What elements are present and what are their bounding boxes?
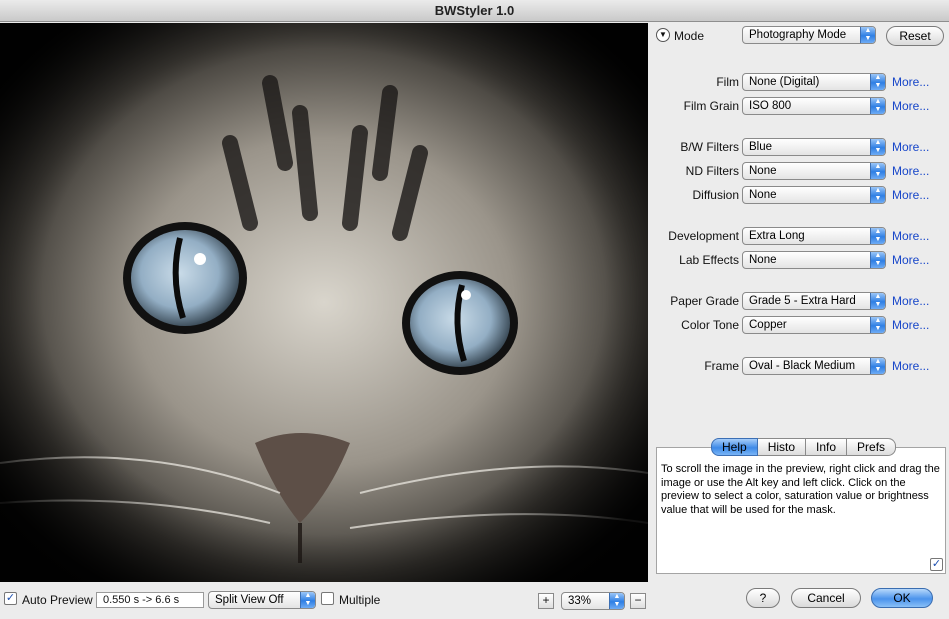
reset-button[interactable]: Reset (886, 26, 944, 46)
image-preview[interactable] (0, 23, 648, 582)
paper-grade-more-link[interactable]: More... (892, 294, 929, 308)
film-grain-more-link[interactable]: More... (892, 99, 929, 113)
disclosure-triangle-icon[interactable]: ▼ (656, 28, 670, 42)
popup-arrows-icon: ▲ ▼ (860, 27, 875, 43)
popup-arrows-icon: ▲ ▼ (870, 139, 885, 155)
film-label: Film (716, 75, 739, 89)
mode-label: Mode (674, 29, 705, 43)
bw-filters-label: B/W Filters (680, 140, 739, 154)
checkmark-icon: ✓ (931, 558, 942, 570)
bw-filters-select[interactable]: Blue ▲ ▼ (742, 138, 886, 156)
tab-prefs[interactable]: Prefs (847, 438, 897, 456)
nd-filters-more-link[interactable]: More... (892, 164, 929, 178)
popup-arrows-icon: ▲ ▼ (609, 593, 624, 609)
help-button[interactable]: ? (746, 588, 780, 608)
tab-info[interactable]: Info (806, 438, 848, 456)
help-checkbox[interactable]: ✓ (930, 558, 943, 571)
frame-value: Oval - Black Medium (749, 360, 856, 372)
help-text: To scroll the image in the preview, righ… (661, 463, 940, 516)
paper-grade-label: Paper Grade (670, 294, 739, 308)
multiple-checkbox[interactable] (321, 592, 334, 605)
ok-button[interactable]: OK (871, 588, 933, 608)
zoom-in-button[interactable]: + (538, 593, 554, 609)
split-view-value: Split View Off (215, 594, 284, 606)
info-tabs: Help Histo Info Prefs To scroll the imag… (656, 438, 946, 574)
color-tone-more-link[interactable]: More... (892, 318, 929, 332)
diffusion-value: None (749, 189, 777, 201)
film-grain-label: Film Grain (683, 99, 739, 113)
auto-preview-checkbox[interactable]: ✓ (4, 592, 17, 605)
paper-grade-select[interactable]: Grade 5 - Extra Hard ▲ ▼ (742, 292, 886, 310)
color-tone-select[interactable]: Copper ▲ ▼ (742, 316, 886, 334)
film-more-link[interactable]: More... (892, 75, 929, 89)
lab-effects-label: Lab Effects (679, 253, 739, 267)
development-label: Development (668, 229, 739, 243)
popup-arrows-icon: ▲ ▼ (870, 163, 885, 179)
bottom-bar: ✓ Auto Preview 0.550 s -> 6.6 s Split Vi… (0, 582, 949, 619)
setting-development: Development Extra Long ▲ ▼ More... (648, 227, 949, 245)
diffusion-select[interactable]: None ▲ ▼ (742, 186, 886, 204)
mode-row: ▼ Mode Photography Mode ▲ ▼ Reset (654, 25, 946, 47)
frame-label: Frame (704, 359, 739, 373)
tab-bar: Help Histo Info Prefs (711, 438, 897, 456)
setting-film: Film None (Digital) ▲ ▼ More... (648, 73, 949, 91)
checkmark-icon: ✓ (5, 592, 16, 604)
auto-preview-label: Auto Preview (22, 593, 93, 607)
film-value: None (Digital) (749, 76, 820, 88)
development-more-link[interactable]: More... (892, 229, 929, 243)
timing-readout: 0.550 s -> 6.6 s (96, 592, 204, 608)
nd-filters-label: ND Filters (685, 164, 739, 178)
zoom-select[interactable]: 33% ▲ ▼ (561, 592, 625, 610)
setting-paper-grade: Paper Grade Grade 5 - Extra Hard ▲ ▼ More.… (648, 292, 949, 310)
setting-nd-filters: ND Filters None ▲ ▼ More... (648, 162, 949, 180)
frame-more-link[interactable]: More... (892, 359, 929, 373)
frame-select[interactable]: Oval - Black Medium ▲ ▼ (742, 357, 886, 375)
diffusion-more-link[interactable]: More... (892, 188, 929, 202)
tab-histo[interactable]: Histo (757, 438, 807, 456)
setting-color-tone: Color Tone Copper ▲ ▼ More... (648, 316, 949, 334)
cancel-button[interactable]: Cancel (791, 588, 861, 608)
mode-select-value: Photography Mode (749, 29, 847, 41)
diffusion-label: Diffusion (692, 188, 739, 202)
help-panel: To scroll the image in the preview, righ… (656, 447, 946, 574)
color-tone-value: Copper (749, 319, 787, 331)
popup-arrows-icon: ▲ ▼ (870, 228, 885, 244)
paper-grade-value: Grade 5 - Extra Hard (749, 295, 856, 307)
lab-effects-select[interactable]: None ▲ ▼ (742, 251, 886, 269)
setting-diffusion: Diffusion None ▲ ▼ More... (648, 186, 949, 204)
settings-panel: ▼ Mode Photography Mode ▲ ▼ Reset Film No… (648, 23, 949, 582)
development-value: Extra Long (749, 230, 805, 242)
popup-arrows-icon: ▲ ▼ (870, 74, 885, 90)
setting-frame: Frame Oval - Black Medium ▲ ▼ More... (648, 357, 949, 375)
split-view-select[interactable]: Split View Off ▲ ▼ (208, 591, 316, 609)
setting-film-grain: Film Grain ISO 800 ▲ ▼ More... (648, 97, 949, 115)
popup-arrows-icon: ▲ ▼ (300, 592, 315, 608)
mode-select[interactable]: Photography Mode ▲ ▼ (742, 26, 876, 44)
setting-bw-filters: B/W Filters Blue ▲ ▼ More... (648, 138, 949, 156)
tab-help[interactable]: Help (711, 438, 758, 456)
lab-effects-value: None (749, 254, 777, 266)
popup-arrows-icon: ▲ ▼ (870, 317, 885, 333)
setting-lab-effects: Lab Effects None ▲ ▼ More... (648, 251, 949, 269)
popup-arrows-icon: ▲ ▼ (870, 98, 885, 114)
popup-arrows-icon: ▲ ▼ (870, 187, 885, 203)
film-select[interactable]: None (Digital) ▲ ▼ (742, 73, 886, 91)
popup-arrows-icon: ▲ ▼ (870, 293, 885, 309)
cat-photo-preview (0, 23, 648, 582)
nd-filters-select[interactable]: None ▲ ▼ (742, 162, 886, 180)
window-title: BWStyler 1.0 (0, 0, 949, 22)
film-grain-value: ISO 800 (749, 100, 792, 112)
development-select[interactable]: Extra Long ▲ ▼ (742, 227, 886, 245)
zoom-out-button[interactable]: − (630, 593, 646, 609)
popup-arrows-icon: ▲ ▼ (870, 252, 885, 268)
color-tone-label: Color Tone (681, 318, 739, 332)
nd-filters-value: None (749, 165, 777, 177)
lab-effects-more-link[interactable]: More... (892, 253, 929, 267)
bw-filters-more-link[interactable]: More... (892, 140, 929, 154)
multiple-label: Multiple (339, 593, 381, 607)
popup-arrows-icon: ▲ ▼ (870, 358, 885, 374)
zoom-value: 33% (568, 595, 592, 607)
bw-filters-value: Blue (749, 141, 773, 153)
film-grain-select[interactable]: ISO 800 ▲ ▼ (742, 97, 886, 115)
